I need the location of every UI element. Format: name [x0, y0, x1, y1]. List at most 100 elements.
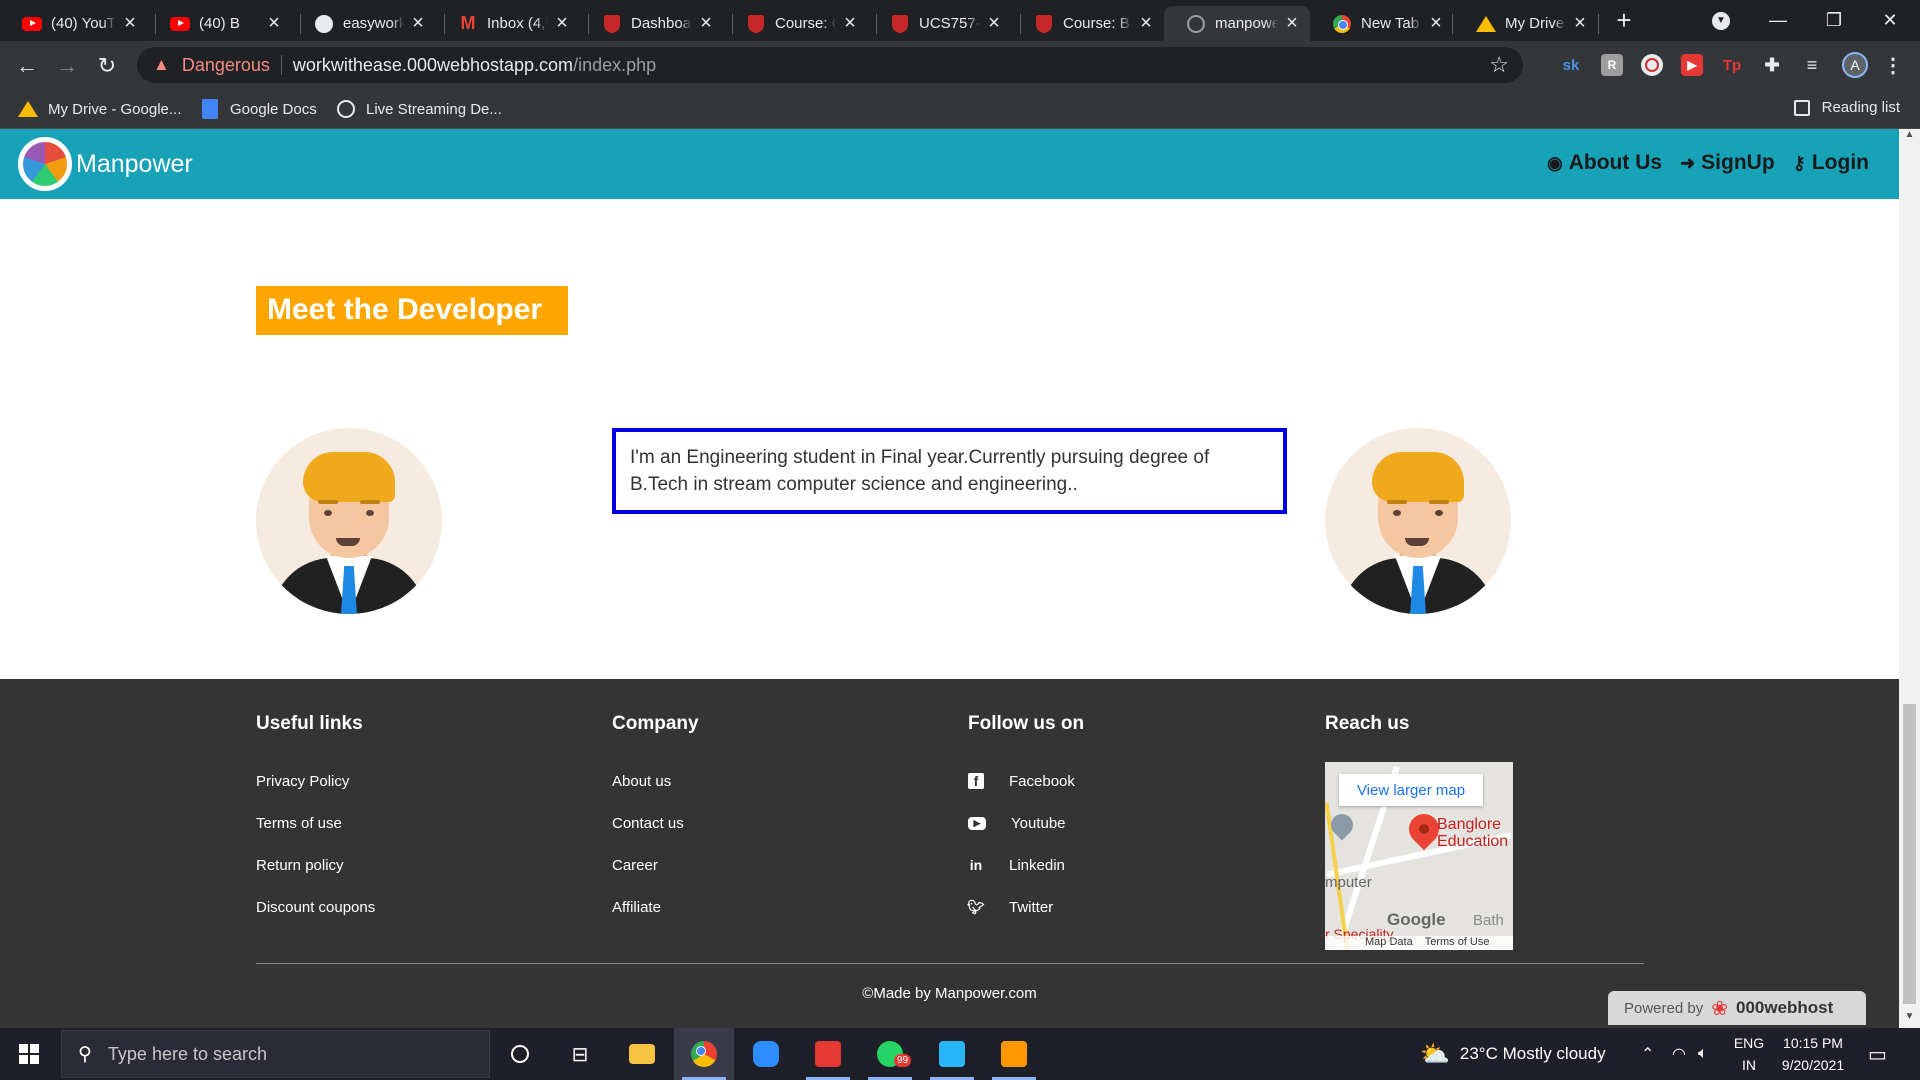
extension-video-icon[interactable]: ▶ — [1681, 54, 1703, 76]
extension-tp-icon[interactable]: Tp — [1721, 54, 1743, 76]
social-youtube[interactable]: ▶ Youtube — [968, 802, 1084, 844]
tab-manpower-active[interactable]: manpower × — [1164, 6, 1310, 41]
back-icon[interactable]: ← — [12, 51, 42, 81]
tab-gmail[interactable]: M Inbox (4,5 × — [436, 6, 580, 41]
scroll-thumb[interactable] — [1903, 704, 1916, 1004]
tab-dashboard[interactable]: Dashboard × — [580, 6, 724, 41]
footer-link-privacy[interactable]: Privacy Policy — [256, 760, 375, 802]
page-scrollbar[interactable]: ▲ ▼ — [1899, 129, 1920, 1028]
wifi-icon[interactable]: ◠ — [1672, 1028, 1686, 1080]
forward-icon[interactable]: → — [52, 51, 82, 81]
nav-signup[interactable]: ➜ SignUp — [1680, 151, 1775, 175]
tab-ucs757[interactable]: UCS757-2 × — [868, 6, 1012, 41]
close-icon[interactable]: × — [1282, 12, 1302, 35]
bookmark-live-streaming[interactable]: Live Streaming De... — [336, 99, 502, 119]
whatsapp-icon[interactable]: 99 — [860, 1028, 920, 1080]
close-icon[interactable]: × — [1136, 12, 1156, 35]
tab-course-b[interactable]: Course: B × — [1012, 6, 1164, 41]
close-icon[interactable]: × — [696, 12, 716, 35]
university-icon — [602, 14, 622, 34]
view-larger-map-link[interactable]: View larger map — [1339, 774, 1483, 806]
taskbar-search-input[interactable]: ⚲ Type here to search — [61, 1030, 490, 1078]
footer-link-coupons[interactable]: Discount coupons — [256, 886, 375, 928]
footer-link-contact[interactable]: Contact us — [612, 802, 699, 844]
bookmark-star-icon[interactable]: ☆ — [1489, 52, 1509, 78]
new-tab-button[interactable]: + — [1596, 0, 1652, 41]
minimize-icon[interactable]: — — [1750, 0, 1806, 41]
security-label[interactable]: Dangerous — [182, 55, 270, 76]
profile-avatar[interactable]: A — [1842, 52, 1868, 78]
extension-r-icon[interactable]: R — [1601, 54, 1623, 76]
nav-login[interactable]: ⚷ Login — [1793, 151, 1869, 175]
tab-youtube-1[interactable]: (40) YouTube × — [0, 6, 148, 41]
volume-icon[interactable]: 🔈︎ — [1698, 1028, 1708, 1080]
footer-link-affiliate[interactable]: Affiliate — [612, 886, 699, 928]
close-icon[interactable]: × — [840, 12, 860, 35]
tab-new-tab[interactable]: New Tab × — [1310, 6, 1454, 41]
close-icon[interactable]: × — [1570, 12, 1590, 35]
embedded-map[interactable]: View larger map Banglore Education mpute… — [1325, 762, 1513, 950]
reload-icon[interactable]: ↻ — [92, 51, 122, 81]
chrome-taskbar-icon[interactable] — [674, 1028, 734, 1080]
tray-chevron-icon[interactable]: ⌃ — [1641, 1028, 1654, 1080]
close-icon[interactable]: × — [552, 12, 572, 35]
close-icon[interactable]: × — [984, 12, 1004, 35]
url-path[interactable]: /index.php — [573, 55, 656, 76]
site-footer: Useful links Privacy Policy Terms of use… — [0, 679, 1899, 1028]
close-icon[interactable]: × — [120, 12, 140, 35]
system-clock[interactable]: 10:15 PM 9/20/2021 — [1770, 1032, 1856, 1076]
restore-icon[interactable]: ❐ — [1806, 0, 1862, 41]
weather-text: 23°C Mostly cloudy — [1459, 1044, 1606, 1063]
language-indicator[interactable]: ENG IN — [1731, 1032, 1767, 1076]
bookmark-google-docs[interactable]: Google Docs — [200, 99, 317, 119]
map-data-link[interactable]: Map Data — [1365, 936, 1413, 950]
cortana-icon[interactable] — [490, 1028, 550, 1080]
footer-link-terms[interactable]: Terms of use — [256, 802, 375, 844]
developer-bio: I'm an Engineering student in Final year… — [630, 447, 1210, 495]
tab-youtube-2[interactable]: (40) B × — [148, 6, 292, 41]
reading-list-button[interactable]: Reading list — [1793, 99, 1900, 116]
close-icon[interactable]: × — [408, 12, 428, 35]
address-bar[interactable]: ▲ Dangerous workwithease.000webhostapp.c… — [137, 47, 1523, 83]
powered-by-badge[interactable]: Powered by ❀ 000webhost — [1608, 991, 1866, 1025]
nav-about-us[interactable]: ◉ About Us — [1547, 151, 1662, 175]
extension-block-icon[interactable] — [1641, 54, 1663, 76]
map-terms-link[interactable]: Terms of Use — [1425, 936, 1490, 950]
tab-github[interactable]: easywork × — [292, 6, 436, 41]
file-explorer-icon[interactable] — [612, 1028, 672, 1080]
tab-my-drive[interactable]: My Drive × — [1454, 6, 1598, 41]
remote-app-icon[interactable] — [922, 1028, 982, 1080]
weather-widget[interactable]: ⛅ 23°C Mostly cloudy — [1420, 1028, 1606, 1080]
url-host[interactable]: workwithease.000webhostapp.com — [293, 55, 573, 76]
social-linkedin[interactable]: in Linkedin — [968, 844, 1084, 886]
vlc-pdf-icon[interactable] — [798, 1028, 858, 1080]
extension-sk-icon[interactable]: sk — [1560, 54, 1582, 76]
zoom-icon[interactable] — [736, 1028, 796, 1080]
start-button[interactable] — [0, 1028, 58, 1080]
tab-course-c[interactable]: Course: C × — [724, 6, 868, 41]
social-facebook[interactable]: f Facebook — [968, 760, 1084, 802]
site-brand[interactable]: Manpower — [18, 137, 193, 191]
footer-link-return[interactable]: Return policy — [256, 844, 375, 886]
footer-useful-links: Useful links Privacy Policy Terms of use… — [256, 713, 375, 928]
footer-link-career[interactable]: Career — [612, 844, 699, 886]
social-twitter[interactable]: 🐦︎ Twitter — [967, 886, 1084, 928]
task-view-icon[interactable]: ⊟ — [550, 1028, 610, 1080]
extensions-puzzle-icon[interactable]: ✚ — [1761, 54, 1783, 76]
scroll-up-icon[interactable]: ▲ — [1899, 129, 1920, 146]
site-navbar: Manpower ◉ About Us ➜ SignUp ⚷ Login — [0, 129, 1899, 199]
menu-kebab-icon[interactable]: ⋮ — [1882, 54, 1904, 77]
social-label: Facebook — [1009, 772, 1075, 790]
bookmark-my-drive[interactable]: My Drive - Google... — [18, 99, 181, 119]
scroll-down-icon[interactable]: ▼ — [1899, 1011, 1920, 1028]
notifications-icon[interactable]: ▭ — [1868, 1028, 1887, 1080]
footer-heading: Useful links — [256, 713, 363, 734]
sublime-icon[interactable] — [984, 1028, 1044, 1080]
warning-icon[interactable]: ▲ — [153, 55, 170, 75]
media-queue-icon[interactable]: ≡ — [1801, 54, 1823, 76]
footer-link-about[interactable]: About us — [612, 760, 699, 802]
close-icon[interactable]: × — [264, 12, 284, 35]
close-icon[interactable]: × — [1426, 12, 1446, 35]
window-close-icon[interactable]: ✕ — [1862, 0, 1918, 41]
tab-search-icon[interactable]: ▼ — [1693, 0, 1749, 41]
